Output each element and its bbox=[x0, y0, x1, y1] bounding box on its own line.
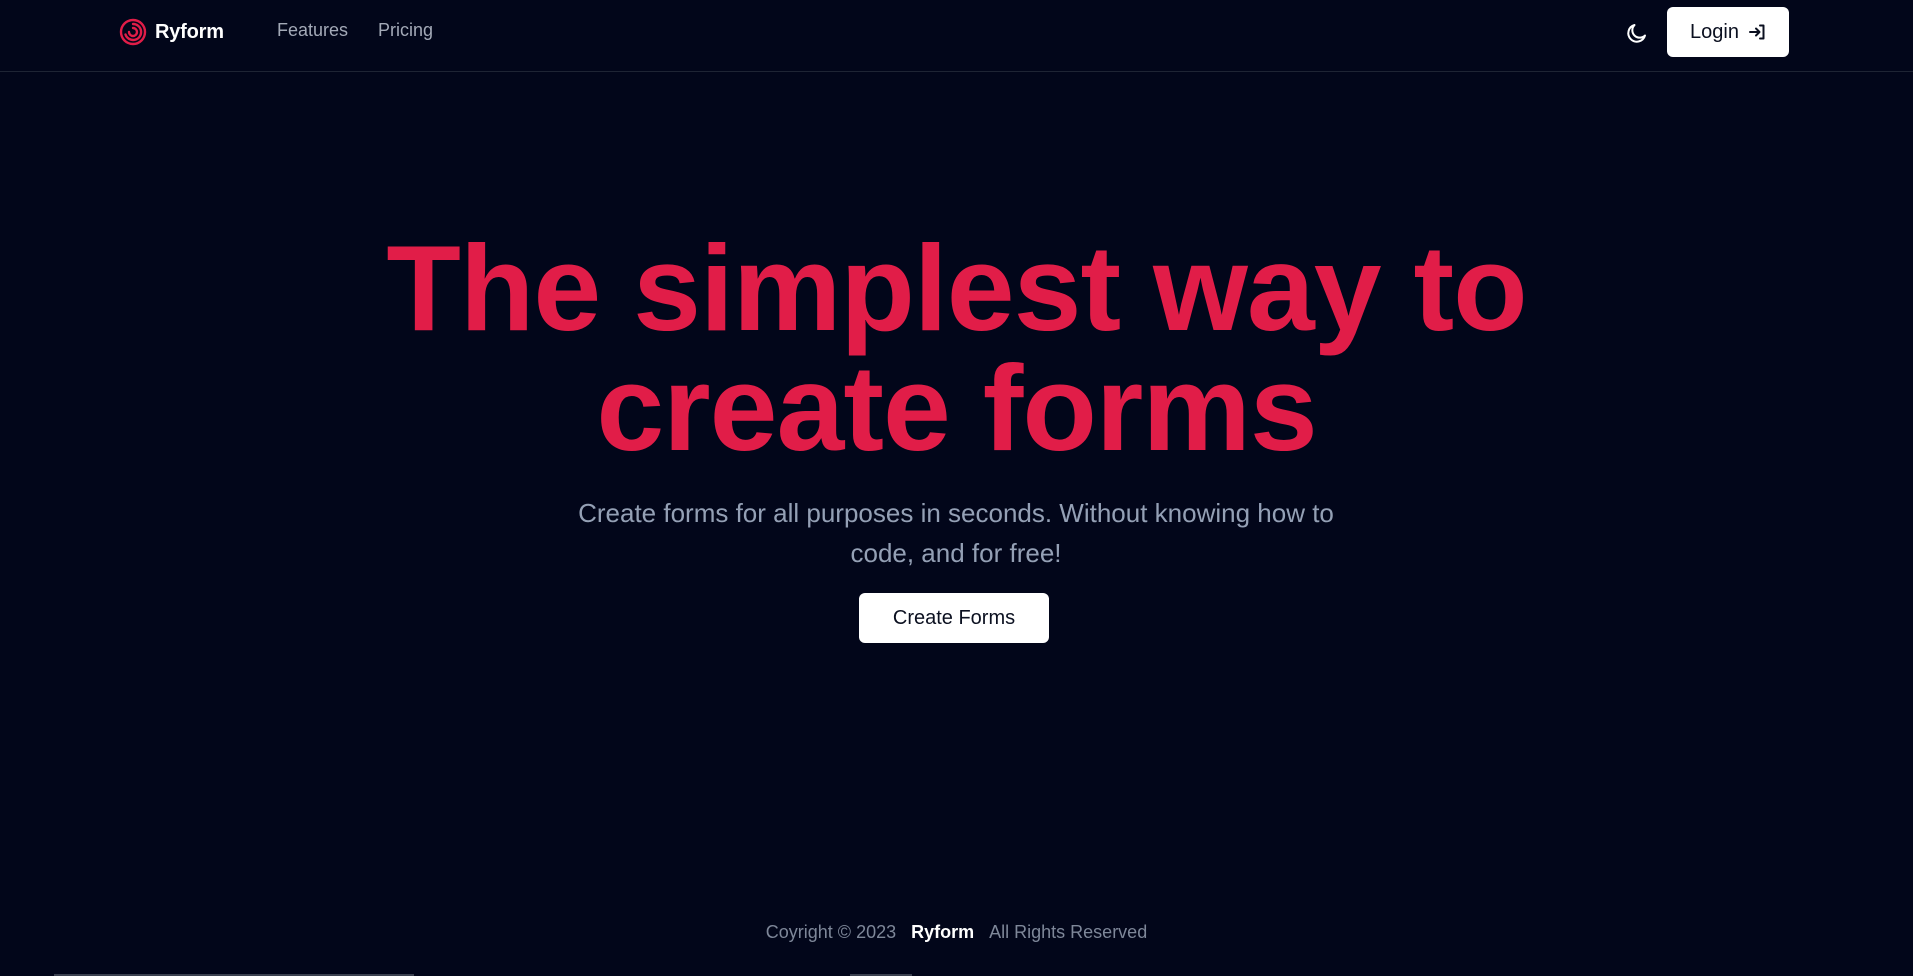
create-forms-button[interactable]: Create Forms bbox=[859, 593, 1049, 643]
brand-link[interactable]: Ryform bbox=[119, 16, 224, 48]
nav-link-pricing[interactable]: Pricing bbox=[378, 20, 433, 41]
main-nav: Features Pricing bbox=[277, 20, 433, 41]
hero-title-line-1: The simplest way to bbox=[386, 220, 1527, 356]
hero-title-line-2: create forms bbox=[596, 340, 1317, 476]
sign-in-icon bbox=[1748, 24, 1765, 40]
landing-page: Ryform Features Pricing Login The simple… bbox=[0, 0, 1913, 976]
site-footer: Coyright © 2023 Ryform All Rights Reserv… bbox=[0, 922, 1913, 943]
login-label: Login bbox=[1690, 20, 1739, 43]
footer-brand-link[interactable]: Ryform bbox=[911, 922, 974, 943]
footer-copyright: Coyright © 2023 bbox=[765, 922, 897, 942]
brand-name: Ryform bbox=[155, 20, 224, 43]
hero-title: The simplest way to create forms bbox=[0, 227, 1913, 469]
login-button[interactable]: Login bbox=[1667, 7, 1789, 57]
nav-link-features[interactable]: Features bbox=[277, 20, 348, 41]
theme-toggle-button[interactable] bbox=[1622, 18, 1652, 48]
site-header: Ryform Features Pricing Login bbox=[0, 0, 1913, 72]
footer-rights: All Rights Reserved bbox=[989, 922, 1148, 942]
spiral-logo-icon bbox=[119, 18, 147, 46]
hero-subtitle: Create forms for all purposes in seconds… bbox=[578, 498, 1334, 568]
moon-icon bbox=[1627, 24, 1646, 43]
